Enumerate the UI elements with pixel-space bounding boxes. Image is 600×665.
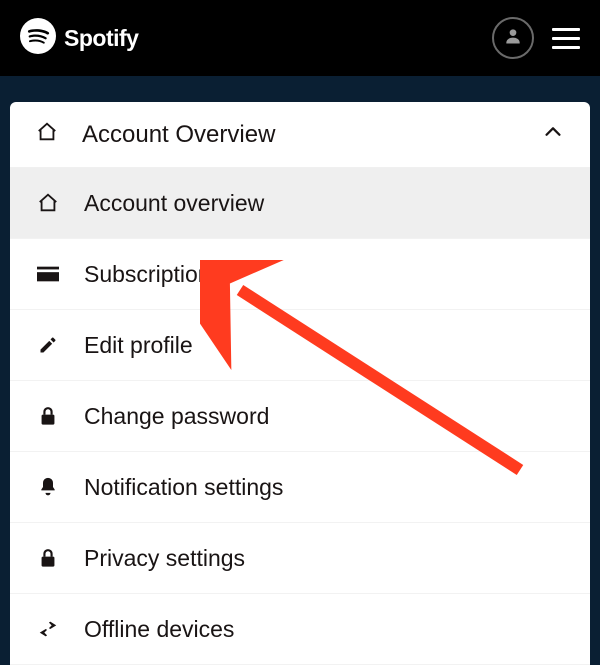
lock-icon xyxy=(36,406,60,426)
menu-header-label: Account Overview xyxy=(82,121,542,149)
menu-header[interactable]: Account Overview xyxy=(10,102,590,168)
profile-button[interactable] xyxy=(492,17,534,59)
card-icon xyxy=(36,266,60,282)
spotify-logo-icon xyxy=(20,18,56,59)
menu-button[interactable] xyxy=(552,28,580,49)
menu-item-offline-devices[interactable]: Offline devices xyxy=(10,594,590,665)
menu-item-label: Privacy settings xyxy=(84,545,245,572)
bell-icon xyxy=(36,476,60,498)
menu-item-notification-settings[interactable]: Notification settings xyxy=(10,452,590,523)
menu-item-label: Subscription xyxy=(84,261,211,288)
top-bar: Spotify xyxy=(0,0,600,76)
home-icon xyxy=(36,121,58,148)
menu-item-privacy-settings[interactable]: Privacy settings xyxy=(10,523,590,594)
menu-item-subscription[interactable]: Subscription xyxy=(10,239,590,310)
menu-item-change-password[interactable]: Change password xyxy=(10,381,590,452)
swap-icon xyxy=(36,621,60,637)
home-icon xyxy=(36,192,60,214)
menu-item-account-overview[interactable]: Account overview xyxy=(10,168,590,239)
brand[interactable]: Spotify xyxy=(20,18,138,59)
brand-name: Spotify xyxy=(64,25,138,52)
account-menu-panel: Account Overview Account overview Subscr… xyxy=(10,102,590,665)
lock-icon xyxy=(36,548,60,568)
topbar-actions xyxy=(492,17,580,59)
menu-item-label: Edit profile xyxy=(84,332,193,359)
menu-item-label: Account overview xyxy=(84,190,264,217)
menu-item-label: Change password xyxy=(84,403,269,430)
menu-item-edit-profile[interactable]: Edit profile xyxy=(10,310,590,381)
menu-item-label: Notification settings xyxy=(84,474,283,501)
chevron-up-icon xyxy=(542,121,564,149)
menu-item-label: Offline devices xyxy=(84,616,234,643)
pencil-icon xyxy=(36,335,60,355)
user-icon xyxy=(503,26,523,51)
